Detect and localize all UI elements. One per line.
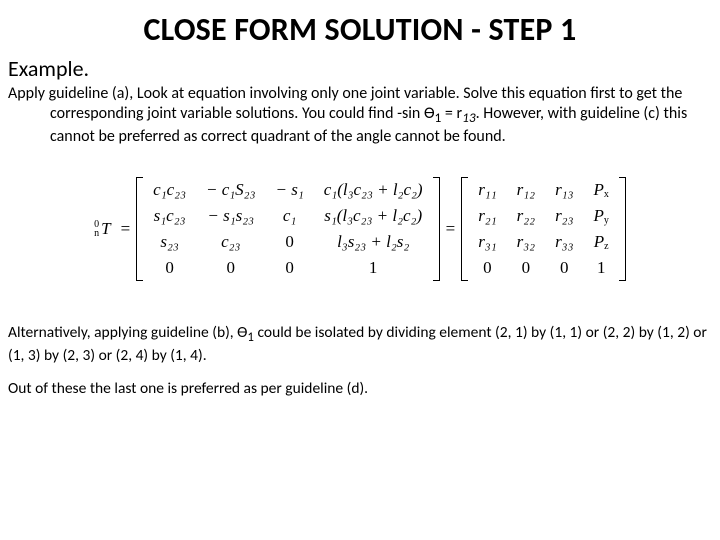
- mR-44: 1: [597, 258, 606, 277]
- mL-43: 0: [285, 258, 294, 277]
- mL-31: s₂₃: [143, 229, 196, 255]
- matrix-left: c₁c₂₃ − c₁S₂₃ − s₁ c₁(l₃c₂₃ + l₂c₂) s₁c₂…: [136, 177, 439, 281]
- mR-12: r₁₂: [507, 177, 545, 203]
- mL-22: − s₁s₂₃: [196, 203, 266, 229]
- mL-32: c₂₃: [196, 229, 266, 255]
- slide: CLOSE FORM SOLUTION - STEP 1 Example. Ap…: [0, 0, 720, 540]
- mL-21: s₁c₂₃: [143, 203, 196, 229]
- p2-a: Alternatively, applying guideline (b), Ɵ: [8, 323, 247, 342]
- p1-l3d: 13: [462, 109, 476, 126]
- mL-42: 0: [227, 258, 236, 277]
- mL-24: s₁(l₃c₂₃ + l₂c₂): [314, 203, 433, 229]
- example-label: Example.: [8, 55, 712, 82]
- mL-13: − s₁: [266, 177, 314, 203]
- eq-prescript: 0 n: [94, 220, 99, 238]
- mR-22: r₂₂: [507, 203, 545, 229]
- p1-l1: Apply guideline (a), Look at equation in…: [8, 84, 525, 103]
- p1-l3a: Ɵ: [424, 104, 435, 123]
- mL-14: c₁(l₃c₂₃ + l₂c₂): [314, 177, 433, 203]
- mR-33: r₃₃: [545, 229, 583, 255]
- mR-31: r₃₁: [468, 229, 506, 255]
- mL-41: 0: [165, 258, 174, 277]
- paragraph-1: Apply guideline (a), Look at equation in…: [8, 84, 712, 147]
- mR-42: 0: [522, 258, 531, 277]
- eq-equals-2: =: [446, 219, 456, 239]
- mL-12: − c₁S₂₃: [196, 177, 266, 203]
- mR-34: Pz: [584, 229, 619, 255]
- eq-equals-1: =: [121, 219, 131, 239]
- p1-l4: of the angle cannot be found.: [314, 127, 506, 146]
- mR-13: r₁₃: [545, 177, 583, 203]
- mR-21: r₂₁: [468, 203, 506, 229]
- equation-block: 0 n T = c₁c₂₃ − c₁S₂₃ − s₁ c₁(l₃c₂₃ + l₂…: [8, 177, 712, 281]
- mL-34: l₃s₂₃ + l₂s₂: [314, 229, 433, 255]
- mR-41: 0: [483, 258, 492, 277]
- mR-24: Py: [584, 203, 619, 229]
- mL-11: c₁c₂₃: [143, 177, 196, 203]
- eq-T: T: [101, 219, 110, 239]
- p1-l3c: = r: [441, 104, 462, 123]
- mL-33: 0: [285, 232, 294, 251]
- mL-44: 1: [369, 258, 378, 277]
- matrix-right: r₁₁ r₁₂ r₁₃ Px r₂₁ r₂₂ r₂₃ Py r₃₁ r₃₂: [461, 177, 626, 281]
- mR-32: r₃₂: [507, 229, 545, 255]
- mR-43: 0: [560, 258, 569, 277]
- paragraph-3: Out of these the last one is preferred a…: [8, 379, 712, 398]
- mR-14: Px: [584, 177, 619, 203]
- eq-pre-sub: n: [94, 229, 99, 238]
- slide-title: CLOSE FORM SOLUTION - STEP 1: [8, 10, 712, 49]
- mR-23: r₂₃: [545, 203, 583, 229]
- mL-23: c₁: [266, 203, 314, 229]
- mR-11: r₁₁: [468, 177, 506, 203]
- paragraph-2: Alternatively, applying guideline (b), Ɵ…: [8, 323, 712, 366]
